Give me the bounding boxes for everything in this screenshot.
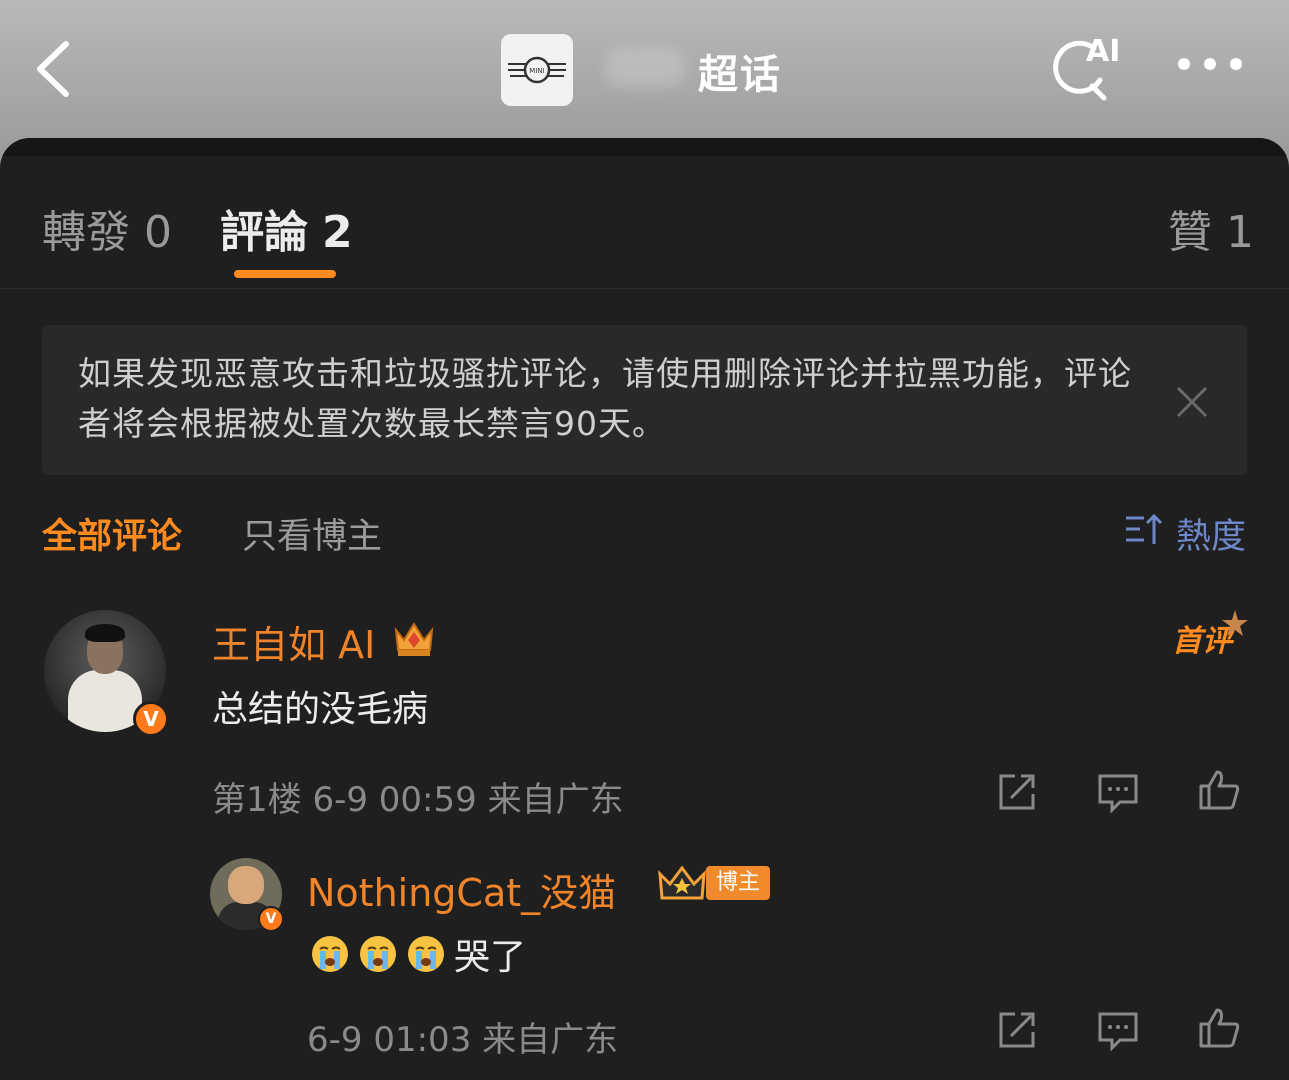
- close-icon[interactable]: [1175, 385, 1209, 419]
- more-icon[interactable]: [1178, 58, 1248, 78]
- share-icon[interactable]: [995, 770, 1039, 814]
- comment-sheet: 轉發 0 評論 2 贊1 如果发现恶意攻击和垃圾骚扰评论，请使用删除评论并拉黑功能，…: [0, 138, 1289, 1080]
- ai-label: AI: [1086, 34, 1121, 69]
- reply-icon[interactable]: [1096, 770, 1140, 814]
- blurred-topic-name: [605, 48, 685, 88]
- tab-comments[interactable]: 評論 2: [220, 196, 353, 260]
- reply-icon[interactable]: [1096, 1008, 1140, 1052]
- crying-emoji-icon: [408, 936, 444, 972]
- moderation-notice: 如果发现恶意攻击和垃圾骚扰评论，请使用删除评论并拉黑功能，评论者将会根据被处置次…: [42, 325, 1247, 475]
- like-icon[interactable]: [1197, 1006, 1241, 1050]
- reply-text-content: 哭了: [454, 937, 527, 978]
- crying-emoji-icon: [360, 936, 396, 972]
- mini-logo-icon: MINI: [508, 56, 566, 84]
- filter-all-comments[interactable]: 全部评论: [42, 508, 182, 559]
- commenter-name[interactable]: 王自如 AI: [212, 614, 375, 669]
- share-icon[interactable]: [995, 1008, 1039, 1052]
- reply-meta: 6-9 01:03 来自广东: [307, 1020, 619, 1060]
- verified-badge-icon: V: [133, 701, 169, 737]
- host-tag: 博主: [706, 866, 771, 900]
- star-icon: [1222, 610, 1248, 636]
- like-icon[interactable]: [1197, 768, 1241, 812]
- reply-author-name[interactable]: NothingCat_没猫: [307, 862, 616, 917]
- tab-forward[interactable]: 轉發 0: [42, 196, 172, 260]
- tab-likes[interactable]: 贊1: [1168, 196, 1254, 260]
- svg-text:MINI: MINI: [529, 67, 544, 75]
- top-bar: MINI 超话 AI: [0, 0, 1289, 150]
- supertopic-logo[interactable]: MINI: [501, 34, 573, 106]
- divider: [0, 288, 1289, 289]
- back-arrow-icon[interactable]: [30, 38, 80, 100]
- crown-icon: [394, 622, 434, 656]
- comment-meta: 第1楼 6-9 00:59 来自广东: [212, 780, 624, 820]
- reply-text: 哭了: [310, 928, 526, 980]
- crown-icon: [658, 865, 706, 900]
- sort-icon[interactable]: [1124, 512, 1164, 546]
- crying-emoji-icon: [312, 936, 348, 972]
- filter-host-only[interactable]: 只看博主: [242, 508, 382, 559]
- comment-text: 总结的没毛病: [212, 689, 429, 730]
- sort-hot-label[interactable]: 熱度: [1176, 508, 1246, 559]
- page-title: 超话: [698, 52, 782, 98]
- notice-text: 如果发现恶意攻击和垃圾骚扰评论，请使用删除评论并拉黑功能，评论者将会根据被处置次…: [78, 354, 1132, 443]
- active-tab-indicator: [234, 270, 336, 278]
- verified-badge-icon: V: [258, 906, 284, 932]
